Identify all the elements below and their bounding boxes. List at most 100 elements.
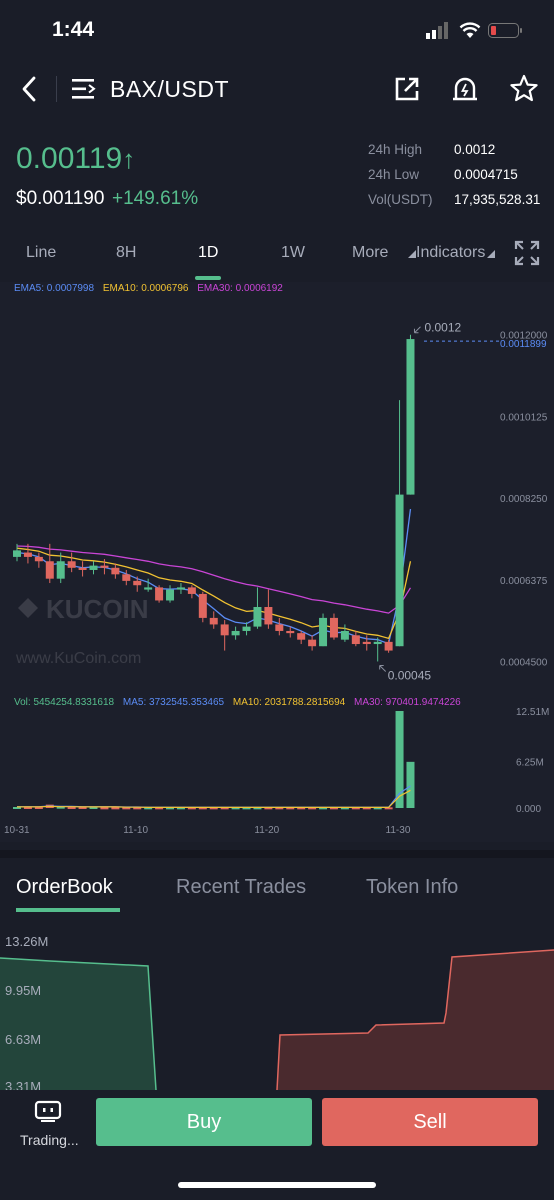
pair-title[interactable]: BAX/USDT (110, 76, 229, 103)
price-alert-icon[interactable] (450, 74, 480, 104)
candle-body (308, 639, 317, 647)
price-axis-label: 0.0008250 (500, 494, 548, 505)
stat-value: 0.0012 (454, 142, 496, 157)
candle-body (384, 641, 393, 651)
high-marker-arrow (413, 326, 421, 334)
price-up-arrow: ↑ (122, 144, 136, 174)
candle (198, 591, 207, 623)
candle (351, 630, 360, 647)
price-change: +149.61% (112, 188, 199, 209)
candlestick-chart[interactable]: KUCOIN www.KuCoin.com 0.00120000.0011899… (0, 296, 554, 846)
back-arrow-icon[interactable] (16, 74, 44, 104)
candle-body (166, 589, 175, 601)
candle-body (133, 580, 142, 586)
candle (187, 585, 196, 599)
candle-body (329, 617, 338, 638)
trading-label[interactable]: Trading... (20, 1132, 79, 1148)
trading-bot-icon[interactable] (34, 1100, 62, 1122)
watermark-brand: KUCOIN (46, 594, 149, 624)
candle (340, 624, 349, 642)
orderbook-tabs: OrderBook Recent Trades Token Info (0, 862, 554, 912)
candle (111, 563, 120, 579)
ema30-label: EMA30: 0.0006192 (197, 283, 283, 294)
tab-recent-trades[interactable]: Recent Trades (176, 876, 306, 899)
tab-8h[interactable]: 8H (116, 244, 136, 262)
ask-depth-area (277, 950, 554, 1090)
status-time: 1:44 (52, 18, 95, 41)
candle (384, 639, 393, 653)
timeframe-tabs: Line 8H 1D 1W More Indicators (0, 238, 554, 282)
volume-axis-label: 0.000 (516, 804, 541, 815)
tab-line[interactable]: Line (26, 244, 56, 262)
volume-axis-label: 12.51M (516, 707, 549, 718)
nav-divider (56, 76, 57, 102)
nav-bar: BAX/USDT (0, 64, 554, 114)
price-axis-label: 0.0004500 (500, 657, 548, 668)
candle (133, 576, 142, 592)
candle-body (253, 607, 262, 627)
depth-label: 6.63M (5, 1032, 41, 1047)
x-axis-label: 11-30 (386, 825, 411, 836)
stat-value: 17,935,528.31 (454, 192, 541, 207)
candle (275, 617, 284, 636)
candle-body (56, 561, 65, 579)
candle-body (187, 587, 196, 594)
status-icons (426, 22, 522, 39)
candle (242, 622, 251, 636)
orderbook-tab-underline (16, 908, 120, 912)
buy-button[interactable]: Buy (96, 1098, 312, 1146)
share-icon[interactable] (392, 74, 422, 104)
candle-body (209, 617, 218, 625)
x-axis-label: 11-20 (254, 825, 279, 836)
candle (264, 589, 273, 629)
stat-value: 0.0004715 (454, 167, 518, 182)
candle (56, 552, 65, 584)
stat-row-low: 24h Low 0.0004715 (368, 167, 548, 192)
price-axis-label: 0.0006375 (500, 576, 548, 587)
candle-body (176, 587, 185, 590)
candle-body (362, 641, 371, 645)
tab-orderbook[interactable]: OrderBook (16, 876, 113, 899)
depth-label: 13.26M (5, 934, 48, 949)
candle (308, 635, 317, 651)
signal-icon (426, 22, 448, 39)
stat-label: 24h Low (368, 167, 420, 182)
tab-indicators[interactable]: Indicators (406, 244, 496, 262)
pair-menu-icon[interactable] (70, 76, 98, 102)
volume-ma-line (17, 789, 411, 808)
wifi-icon (459, 22, 481, 38)
sell-button[interactable]: Sell (322, 1098, 538, 1146)
tab-token-info[interactable]: Token Info (366, 876, 458, 899)
candle-body (67, 561, 76, 568)
last-price-value: 0.00119 (16, 142, 123, 175)
tab-1w[interactable]: 1W (281, 244, 305, 262)
tab-more[interactable]: More (352, 244, 388, 262)
low-marker-arrow (379, 664, 387, 672)
x-axis-label: 11-10 (123, 825, 148, 836)
tab-1d[interactable]: 1D (198, 244, 218, 262)
candle (395, 400, 404, 647)
ema-legend: EMA5: 0.0007998 EMA10: 0.0006796 EMA30: … (14, 283, 289, 294)
fullscreen-icon[interactable] (514, 240, 540, 266)
ticker-stats: 24h High 0.0012 24h Low 0.0004715 Vol(US… (368, 142, 548, 217)
high-marker-label: 0.0012 (424, 321, 461, 335)
x-axis-label: 10-31 (4, 825, 30, 836)
candle (319, 613, 328, 647)
candle-body (351, 635, 360, 645)
favorite-star-icon[interactable] (508, 73, 540, 105)
candle (176, 583, 185, 594)
depth-chart[interactable]: 13.26M 9.95M 6.63M 3.31M (0, 925, 554, 1090)
candle-body (100, 565, 109, 568)
stat-label: Vol(USDT) (368, 192, 433, 207)
candle-body (13, 550, 21, 557)
candle-body (319, 617, 328, 647)
candle-body (111, 567, 120, 575)
candle (220, 620, 229, 651)
candle (209, 611, 218, 629)
ema10-label: EMA10: 0.0006796 (102, 283, 189, 294)
volume-ma-line (17, 785, 411, 808)
last-price: 0.00119↑ (16, 142, 135, 176)
candle-body (340, 630, 349, 640)
triangle-icon (487, 249, 496, 258)
candle (166, 585, 175, 603)
